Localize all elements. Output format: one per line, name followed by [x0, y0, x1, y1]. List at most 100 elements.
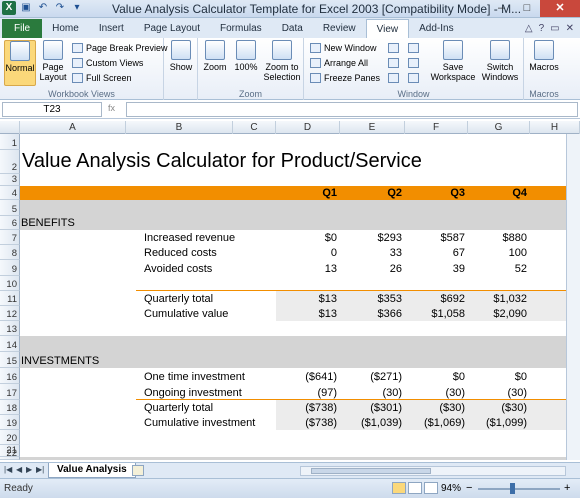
close-workbook-icon[interactable]: ✕ — [566, 23, 574, 34]
row-header-18[interactable]: 18 — [0, 400, 20, 415]
column-header-a[interactable]: A — [20, 121, 126, 134]
horizontal-scroll-thumb[interactable] — [311, 468, 431, 474]
worksheet[interactable]: Value Analysis Calculator for Product/Se… — [20, 134, 580, 460]
name-box[interactable]: T23 — [2, 102, 102, 117]
ribbon-minimize-icon[interactable]: △ — [525, 23, 533, 34]
row-header-14[interactable]: 14 — [0, 336, 20, 352]
row-header-22[interactable]: 22 — [0, 448, 20, 460]
row-header-7[interactable]: 7 — [0, 230, 20, 245]
tab-home[interactable]: Home — [42, 19, 89, 38]
switch-windows-button[interactable]: Switch Windows — [478, 40, 522, 82]
zoom-to-selection-button[interactable]: Zoom to Selection — [262, 40, 302, 82]
column-header-h[interactable]: H — [530, 121, 580, 134]
vertical-scrollbar[interactable] — [566, 134, 580, 460]
row-header-3[interactable]: 3 — [0, 174, 20, 186]
freeze-panes-button[interactable]: Freeze Panes — [310, 71, 380, 85]
column-header-e[interactable]: E — [340, 121, 405, 134]
zoom-button[interactable]: Zoom — [202, 40, 228, 72]
column-header-b[interactable]: B — [126, 121, 233, 134]
save-workspace-button[interactable]: Save Workspace — [430, 40, 476, 82]
tab-file[interactable]: File — [2, 19, 43, 38]
zoom-out-icon[interactable]: − — [466, 482, 472, 494]
minimize-button[interactable]: – — [488, 0, 514, 17]
row-header-10[interactable]: 10 — [0, 276, 20, 291]
horizontal-scrollbar[interactable] — [300, 466, 566, 476]
restore-icon[interactable]: ▭ — [550, 23, 559, 34]
unhide-button[interactable] — [388, 71, 399, 85]
normal-view-button[interactable]: Normal — [4, 40, 36, 86]
row-header-20[interactable]: 20 — [0, 430, 20, 445]
row-header-4[interactable]: 4 — [0, 186, 20, 200]
synchronous-scrolling-button[interactable] — [408, 56, 419, 70]
help-icon[interactable]: ? — [539, 23, 545, 34]
first-sheet-icon[interactable]: |◀ — [4, 465, 12, 474]
new-window-button[interactable]: New Window — [310, 41, 377, 55]
tab-formulas[interactable]: Formulas — [210, 19, 272, 38]
zoom-in-icon[interactable]: + — [564, 482, 570, 494]
tab-insert[interactable]: Insert — [89, 19, 134, 38]
macros-button[interactable]: Macros — [528, 40, 560, 72]
zoom-slider[interactable] — [478, 488, 560, 490]
tab-page-layout[interactable]: Page Layout — [134, 19, 210, 38]
row-header-9[interactable]: 9 — [0, 260, 20, 276]
tab-review[interactable]: Review — [313, 19, 366, 38]
normal-view-status-icon[interactable] — [392, 482, 406, 494]
column-header-f[interactable]: F — [405, 121, 468, 134]
excel-logo-icon[interactable]: X — [2, 1, 16, 15]
row-header-19[interactable]: 19 — [0, 415, 20, 430]
tab-view[interactable]: View — [365, 19, 410, 38]
show-button[interactable]: Show — [168, 40, 194, 72]
row-header-6[interactable]: 6 — [0, 216, 20, 230]
zoom-level[interactable]: 94% — [441, 483, 461, 494]
customize-toolbar-icon[interactable]: ▾ — [70, 1, 84, 15]
next-sheet-icon[interactable]: ▶ — [26, 465, 32, 474]
close-button[interactable]: ✕ — [540, 0, 580, 17]
row-header-8[interactable]: 8 — [0, 245, 20, 260]
save-icon[interactable]: ▣ — [19, 1, 33, 15]
page-break-preview-button[interactable]: Page Break Preview — [72, 41, 168, 55]
row-header-17[interactable]: 17 — [0, 384, 20, 400]
row-header-13[interactable]: 13 — [0, 321, 20, 336]
select-all-corner[interactable] — [0, 121, 20, 134]
page-break-status-icon[interactable] — [424, 482, 438, 494]
benefit-value: $587 — [440, 232, 465, 244]
quarter-label-q2: Q2 — [387, 187, 402, 199]
window-title: Value Analysis Calculator Template for E… — [112, 2, 522, 16]
net-value-band-top — [20, 457, 580, 460]
row-header-1[interactable]: 1 — [0, 134, 20, 150]
tab-data[interactable]: Data — [272, 19, 313, 38]
column-header-g[interactable]: G — [468, 121, 530, 134]
last-sheet-icon[interactable]: ▶| — [36, 465, 44, 474]
column-header-d[interactable]: D — [276, 121, 340, 134]
prev-sheet-icon[interactable]: ◀ — [16, 465, 22, 474]
redo-icon[interactable]: ↷ — [53, 1, 67, 15]
page-layout-status-icon[interactable] — [408, 482, 422, 494]
row-header-11[interactable]: 11 — [0, 291, 20, 306]
split-button[interactable] — [388, 41, 399, 55]
arrange-all-button[interactable]: Arrange All — [310, 56, 368, 70]
zoom-100-button[interactable]: 100% — [232, 40, 260, 72]
row-header-15[interactable]: 15 — [0, 352, 20, 368]
formula-input[interactable] — [126, 102, 578, 117]
view-side-by-side-button[interactable] — [408, 41, 419, 55]
sheet-tab-value-analysis[interactable]: Value Analysis — [48, 463, 136, 478]
undo-icon[interactable]: ↶ — [36, 1, 50, 15]
row-header-2[interactable]: 2 — [0, 150, 20, 174]
custom-views-button[interactable]: Custom Views — [72, 56, 143, 70]
maximize-button[interactable]: □ — [514, 0, 540, 17]
row-header-16[interactable]: 16 — [0, 368, 20, 384]
tab-add-ins[interactable]: Add-Ins — [409, 19, 463, 38]
benefit-row-label: Avoided costs — [144, 263, 213, 275]
fx-icon[interactable]: fx — [108, 103, 115, 113]
page-layout-view-button[interactable]: Page Layout — [38, 40, 68, 82]
ribbon: Normal Page Layout Page Break Preview Cu… — [0, 38, 580, 100]
zoom-slider-knob[interactable] — [510, 483, 515, 494]
insert-sheet-icon[interactable] — [132, 465, 144, 476]
full-screen-button[interactable]: Full Screen — [72, 71, 132, 85]
row-header-12[interactable]: 12 — [0, 306, 20, 321]
investment-value: ($271) — [370, 371, 402, 383]
row-header-5[interactable]: 5 — [0, 200, 20, 216]
column-header-c[interactable]: C — [233, 121, 276, 134]
hide-button[interactable] — [388, 56, 399, 70]
reset-window-position-button[interactable] — [408, 71, 419, 85]
